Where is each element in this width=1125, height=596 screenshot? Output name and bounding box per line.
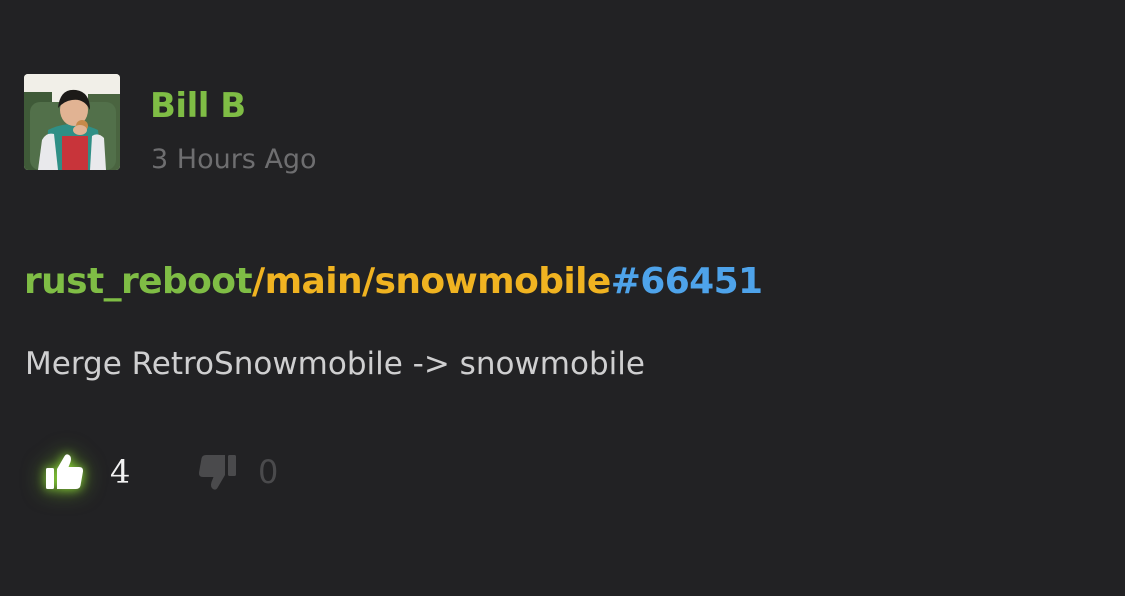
commit-reference[interactable]: rust_reboot/main/snowmobile#66451 (24, 258, 763, 306)
upvote-count: 4 (110, 453, 131, 491)
downvote-button[interactable]: 0 (196, 447, 278, 497)
author-name[interactable]: Bill B (150, 84, 246, 128)
avatar-photo (24, 74, 120, 170)
thumbs-down-icon (196, 451, 238, 493)
commit-post: Bill B 3 Hours Ago rust_reboot/main/snow… (0, 0, 1125, 596)
avatar[interactable] (24, 74, 120, 170)
upvote-button[interactable]: 4 (44, 447, 130, 497)
branch-path[interactable]: /main/snowmobile (252, 261, 611, 302)
commit-message: Merge RetroSnowmobile -> snowmobile (25, 346, 645, 382)
changeset-id[interactable]: #66451 (611, 261, 763, 302)
thumbs-up-icon (44, 451, 86, 493)
downvote-count: 0 (258, 453, 279, 491)
post-timestamp: 3 Hours Ago (151, 144, 317, 175)
repo-name[interactable]: rust_reboot (24, 261, 253, 302)
